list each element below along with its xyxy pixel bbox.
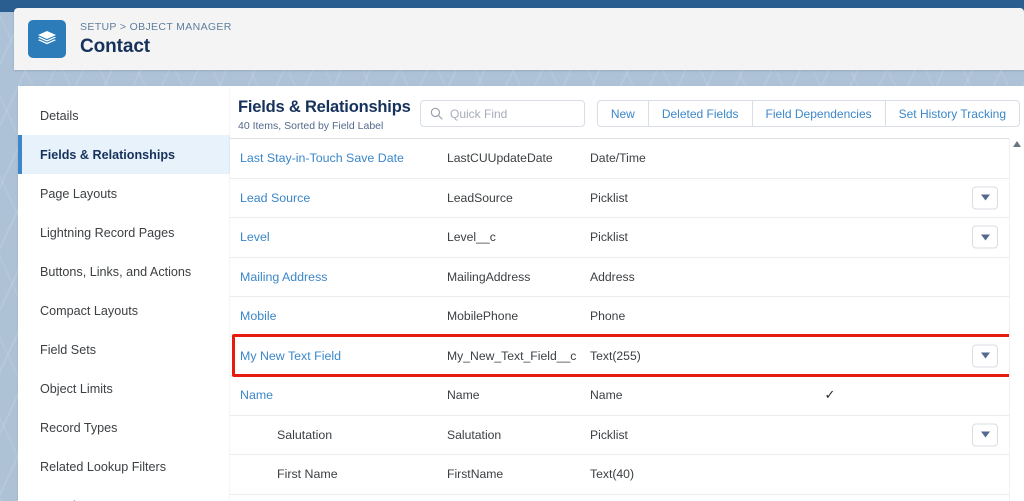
sidebar-item-compact-layouts[interactable]: Compact Layouts — [18, 291, 230, 330]
field-label-link[interactable]: Level — [240, 230, 447, 244]
sidebar-item-label: Buttons, Links, and Actions — [40, 264, 192, 279]
field-label-link[interactable]: Last Stay-in-Touch Save Date — [240, 151, 447, 165]
field-data-type: Phone — [590, 309, 626, 324]
new-field-button[interactable]: New — [596, 100, 648, 127]
field-dependencies-button[interactable]: Field Dependencies — [751, 100, 885, 127]
sidebar-item-label: Details — [40, 108, 79, 123]
field-label-link[interactable]: Lead Source — [240, 191, 447, 205]
sidebar-item-label: Fields & Relationships — [40, 147, 176, 162]
sidebar-item-label: Lightning Record Pages — [40, 225, 175, 240]
field-data-type: Address — [590, 269, 635, 284]
table-row[interactable]: First Name FirstName Text(40) — [230, 454, 1024, 494]
row-actions-dropdown-button[interactable] — [972, 186, 998, 210]
field-data-type: Text(40) — [590, 467, 635, 482]
field-label-link[interactable]: Mobile — [240, 309, 447, 323]
quick-find-search-box[interactable]: Quick Find — [420, 100, 585, 127]
sidebar-item-related-lookup-filters[interactable]: Related Lookup Filters — [18, 447, 230, 486]
field-api-name: Level__c — [447, 230, 496, 245]
page-title: Contact — [80, 35, 151, 57]
row-actions-dropdown-button[interactable] — [972, 423, 998, 447]
table-row[interactable]: Mailing Address MailingAddress Address — [230, 256, 1024, 297]
field-api-name: MobilePhone — [447, 309, 519, 324]
chevron-down-icon — [980, 234, 990, 241]
sidebar-item-field-sets[interactable]: Field Sets — [18, 330, 230, 369]
table-row-my-new-text-field[interactable]: My New Text Field My_New_Text_Field__c T… — [230, 335, 1024, 376]
table-row-partial — [230, 493, 1024, 501]
sidebar-item-label: Field Sets — [40, 342, 96, 357]
sidebar-item-details[interactable]: Details — [18, 96, 230, 135]
layers-stack-icon — [28, 20, 66, 58]
field-data-type: Picklist — [590, 190, 628, 205]
table-row[interactable]: Name Name Name ✓ — [230, 375, 1024, 415]
chevron-down-icon — [980, 352, 990, 359]
field-api-name: Name — [447, 388, 480, 403]
panel-action-buttons: New Deleted Fields Field Dependencies Se… — [596, 100, 1020, 127]
setup-sidebar: Details Fields & Relationships Page Layo… — [18, 86, 230, 501]
table-row[interactable]: Mobile MobilePhone Phone — [230, 296, 1024, 336]
field-data-type: Date/Time — [590, 151, 646, 166]
sidebar-item-label: Related Lookup Filters — [40, 459, 167, 474]
field-api-name: Salutation — [447, 427, 502, 442]
item-count-subtitle: 40 Items, Sorted by Field Label — [238, 120, 384, 132]
field-label-link[interactable]: Mailing Address — [240, 270, 447, 284]
field-data-type: Text(255) — [590, 348, 641, 363]
table-scrollbar[interactable] — [1009, 138, 1024, 501]
scroll-up-arrow-icon[interactable] — [1013, 141, 1021, 147]
deleted-fields-button[interactable]: Deleted Fields — [647, 100, 752, 127]
row-actions-dropdown-button[interactable] — [972, 225, 998, 249]
field-api-name: LeadSource — [447, 190, 513, 205]
sidebar-item-object-limits[interactable]: Object Limits — [18, 369, 230, 408]
field-data-type: Name — [590, 388, 623, 403]
quick-find-placeholder: Quick Find — [450, 106, 508, 121]
row-actions-dropdown-button[interactable] — [972, 344, 998, 368]
sidebar-item-label: Object Limits — [40, 381, 113, 396]
table-row[interactable]: Last Stay-in-Touch Save Date LastCUUpdat… — [230, 138, 1024, 178]
field-api-name: My_New_Text_Field__c — [447, 348, 577, 363]
breadcrumb[interactable]: SETUP > OBJECT MANAGER — [80, 21, 232, 33]
section-title: Fields & Relationships — [238, 98, 411, 116]
fields-table: Last Stay-in-Touch Save Date LastCUUpdat… — [230, 138, 1024, 501]
field-label-text: First Name — [277, 467, 338, 482]
table-row[interactable]: Salutation Salutation Picklist — [230, 414, 1024, 455]
sidebar-item-search-layouts[interactable]: Search Layouts — [18, 486, 230, 501]
sidebar-item-fields-and-relationships[interactable]: Fields & Relationships — [18, 135, 230, 174]
sidebar-item-label: Compact Layouts — [40, 303, 139, 318]
field-api-name: LastCUUpdateDate — [447, 151, 553, 166]
field-data-type: Picklist — [590, 230, 628, 245]
table-row[interactable]: Lead Source LeadSource Picklist — [230, 177, 1024, 218]
table-row[interactable]: Level Level__c Picklist — [230, 217, 1024, 257]
sidebar-item-record-types[interactable]: Record Types — [18, 408, 230, 447]
field-label-link[interactable]: My New Text Field — [240, 349, 447, 363]
field-label-link[interactable]: Name — [240, 388, 447, 402]
sidebar-item-lightning-record-pages[interactable]: Lightning Record Pages — [18, 213, 230, 252]
sidebar-item-page-layouts[interactable]: Page Layouts — [18, 174, 230, 213]
field-label-text: Salutation — [277, 427, 333, 442]
field-indexed-check: ✓ — [824, 387, 836, 403]
page-header: SETUP > OBJECT MANAGER Contact — [14, 8, 1024, 70]
field-api-name: MailingAddress — [447, 269, 531, 284]
field-data-type: Picklist — [590, 427, 628, 442]
fields-and-relationships-panel: Fields & Relationships 40 Items, Sorted … — [230, 86, 1024, 501]
sidebar-item-label: Page Layouts — [40, 186, 118, 201]
chevron-down-icon — [980, 431, 990, 438]
set-history-tracking-button[interactable]: Set History Tracking — [884, 100, 1020, 127]
sidebar-item-label: Record Types — [40, 420, 118, 435]
sidebar-item-buttons-links-and-actions[interactable]: Buttons, Links, and Actions — [18, 252, 230, 291]
panel-header: Fields & Relationships 40 Items, Sorted … — [230, 86, 1024, 138]
field-api-name: FirstName — [447, 467, 504, 482]
search-icon — [430, 107, 443, 120]
chevron-down-icon — [980, 194, 990, 201]
